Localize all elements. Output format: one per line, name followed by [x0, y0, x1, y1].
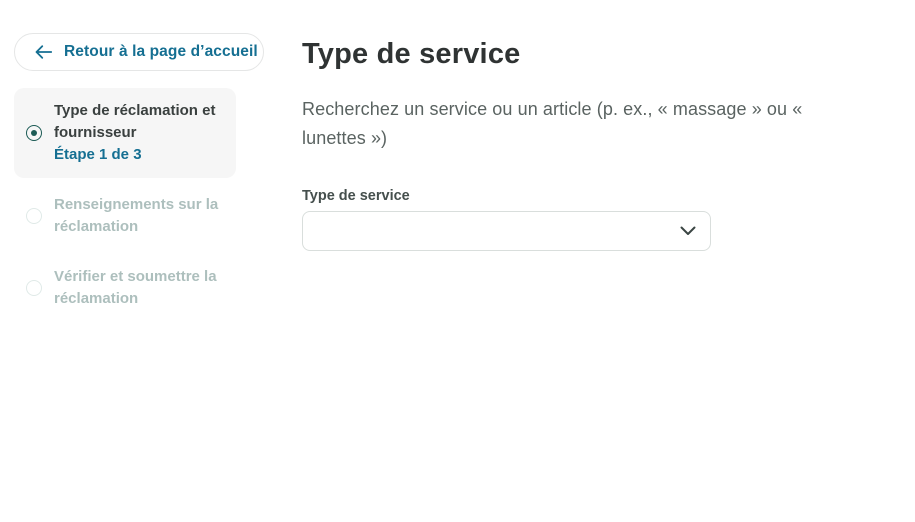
- back-button-label: Retour à la page d’accueil: [64, 43, 258, 60]
- back-button[interactable]: Retour à la page d’accueil: [14, 33, 264, 71]
- service-type-select[interactable]: [302, 211, 711, 251]
- main-content: Type de service Recherchez un service ou…: [302, 36, 862, 251]
- step-title: Vérifier et soumettre la réclamation: [54, 268, 217, 307]
- step-progress-label: Étape 1 de 3: [54, 146, 142, 163]
- page-description: Recherchez un service ou un article (p. …: [302, 99, 803, 148]
- radio-selected-icon: [26, 125, 42, 141]
- arrow-left-icon: [35, 45, 52, 59]
- radio-unselected-icon: [26, 280, 42, 296]
- step-item-claim-type[interactable]: Type de réclamation et fournisseur Étape…: [14, 88, 236, 178]
- step-item-review-submit[interactable]: Vérifier et soumettre la réclamation: [14, 254, 236, 322]
- radio-unselected-icon: [26, 208, 42, 224]
- service-type-label: Type de service: [302, 188, 410, 204]
- sidebar: Retour à la page d’accueil Type de récla…: [14, 33, 264, 322]
- service-type-field: Type de service: [302, 186, 862, 251]
- page-title: Type de service: [302, 38, 521, 70]
- step-title: Renseignements sur la réclamation: [54, 196, 219, 235]
- step-item-claim-details[interactable]: Renseignements sur la réclamation: [14, 182, 236, 250]
- step-title: Type de réclamation et fournisseur: [54, 102, 216, 141]
- stepper: Type de réclamation et fournisseur Étape…: [14, 88, 236, 322]
- chevron-down-icon: [680, 226, 696, 236]
